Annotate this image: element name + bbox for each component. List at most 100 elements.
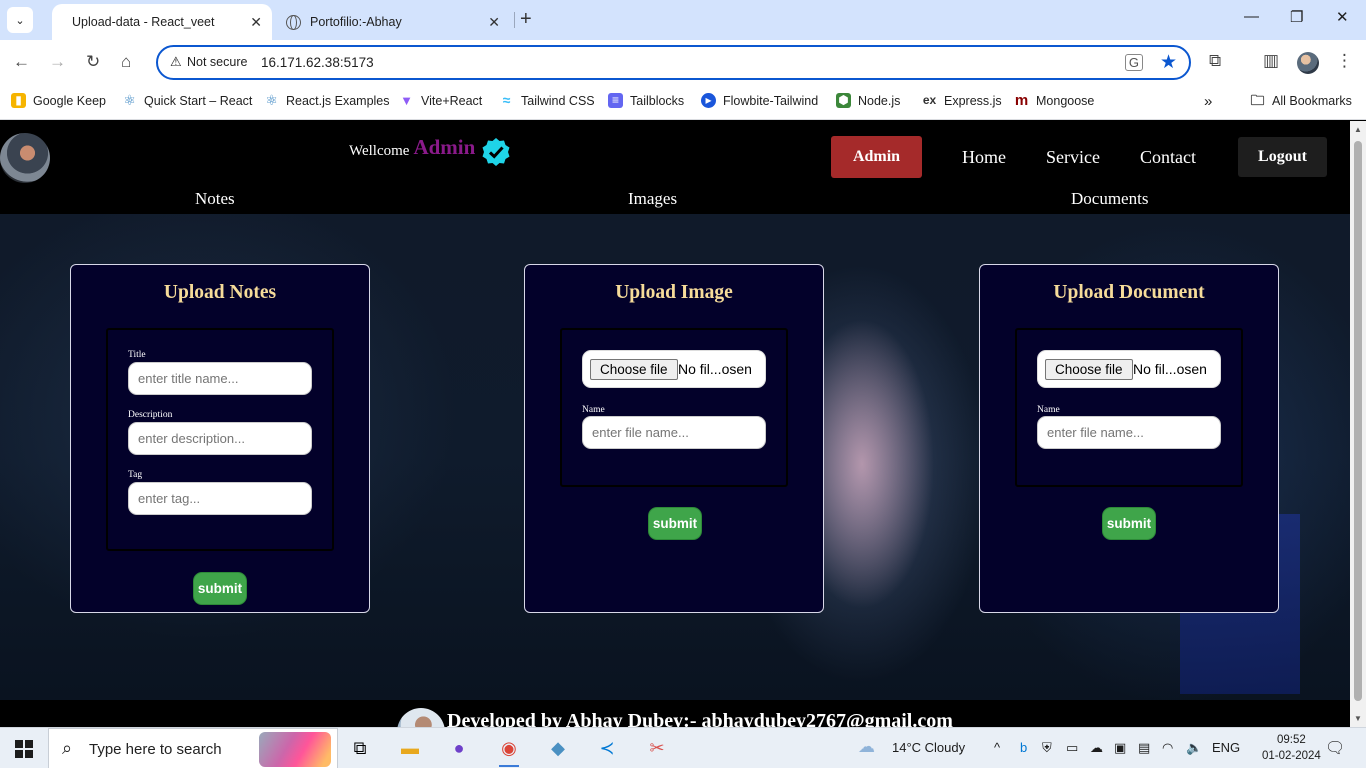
bookmark-mongoose[interactable]: m Mongoose bbox=[1014, 92, 1095, 109]
window-close-icon[interactable]: ✕ bbox=[1336, 8, 1349, 26]
home-icon[interactable]: ⌂ bbox=[121, 52, 131, 72]
notification-icon[interactable]: 🗨 bbox=[1325, 738, 1345, 758]
bookmark-tailblocks[interactable]: ≡ Tailblocks bbox=[608, 93, 684, 108]
bookmark-reactjs-examples[interactable]: ⚛ React.js Examples bbox=[264, 92, 389, 108]
page-scrollbar[interactable]: ▲ ▼ bbox=[1350, 121, 1366, 727]
subnav-notes-link[interactable]: Notes bbox=[195, 189, 235, 209]
document-name-input[interactable] bbox=[1037, 416, 1221, 449]
bookmark-flowbite-tailwind[interactable]: ▸ Flowbite-Tailwind bbox=[701, 93, 818, 108]
more-bookmarks-chevron-icon[interactable]: » bbox=[1204, 93, 1212, 110]
nav-home-link[interactable]: Home bbox=[962, 147, 1006, 168]
search-placeholder: Type here to search bbox=[89, 741, 222, 758]
security-shield-icon[interactable]: ⛨ bbox=[1042, 740, 1052, 756]
mongoose-icon: m bbox=[1014, 92, 1029, 109]
file-explorer-icon[interactable]: ▬ bbox=[396, 734, 424, 762]
tab-search-button[interactable]: ⌄ bbox=[7, 7, 33, 33]
profile-avatar[interactable] bbox=[1297, 52, 1319, 74]
tab-portfolio[interactable]: Portofilio:-Abhay ✕ bbox=[276, 4, 510, 40]
file-status-text: No fil...osen bbox=[1133, 361, 1207, 377]
chrome-icon[interactable]: ◉ bbox=[495, 734, 523, 767]
weather-cloud-icon[interactable]: ☁ bbox=[858, 737, 875, 757]
image-submit-button[interactable]: submit bbox=[648, 507, 702, 540]
document-file-input[interactable]: Choose file No fil...osen bbox=[1037, 350, 1221, 388]
system-clock[interactable]: 09:52 01-02-2024 bbox=[1262, 732, 1321, 764]
tag-input[interactable] bbox=[128, 482, 312, 515]
show-hidden-icons-chevron-icon[interactable]: ^ bbox=[994, 740, 1000, 755]
restore-icon[interactable]: ❐ bbox=[1290, 8, 1303, 26]
name-label: Name bbox=[1037, 405, 1060, 415]
logout-button[interactable]: Logout bbox=[1238, 137, 1327, 177]
vscode-icon[interactable]: ≺ bbox=[593, 734, 621, 762]
onedrive-cloud-icon[interactable]: ☁ bbox=[1090, 740, 1103, 756]
admin-button[interactable]: Admin bbox=[831, 136, 922, 178]
tab-close-icon[interactable]: ✕ bbox=[250, 14, 262, 31]
app-icon[interactable]: ◆ bbox=[544, 734, 572, 762]
bookmark-expressjs[interactable]: ex Express.js bbox=[922, 93, 1002, 108]
react-icon: ⚛ bbox=[123, 92, 136, 108]
upload-notes-card: Upload Notes Title Description Tag submi… bbox=[70, 264, 370, 613]
card-title: Upload Document bbox=[1053, 282, 1205, 303]
document-submit-button[interactable]: submit bbox=[1102, 507, 1156, 540]
bookmark-vite-react[interactable]: ▼ Vite+React bbox=[399, 93, 482, 108]
volume-icon[interactable]: 🔈 bbox=[1186, 740, 1202, 756]
nodejs-icon: ⬢ bbox=[836, 93, 851, 108]
developer-credit: Developed by Abhay Dubey:- abhaydubey276… bbox=[447, 710, 953, 727]
welcome-message: Wellcome Admin bbox=[349, 135, 475, 160]
address-bar[interactable]: ⚠ Not secure 16.171.62.38:5173 G ★ bbox=[156, 45, 1191, 80]
wifi-icon[interactable]: ◠ bbox=[1162, 740, 1173, 756]
title-input[interactable] bbox=[128, 362, 312, 395]
new-tab-plus-icon[interactable]: + bbox=[520, 8, 532, 31]
reload-icon[interactable]: ↻ bbox=[86, 52, 100, 72]
device-icon[interactable]: ▣ bbox=[1114, 740, 1126, 756]
nav-service-link[interactable]: Service bbox=[1046, 147, 1100, 168]
warning-triangle-icon[interactable]: ⚠ bbox=[170, 54, 182, 70]
browser-tab-strip: ⌄ Upload-data - React_veet ✕ Portofilio:… bbox=[0, 0, 1366, 40]
chrome-menu-icon[interactable]: ⋮ bbox=[1336, 51, 1353, 71]
windows-start-icon[interactable] bbox=[15, 740, 33, 758]
subnav-images-link[interactable]: Images bbox=[628, 189, 677, 209]
all-bookmarks-folder[interactable]: 🗀 All Bookmarks bbox=[1250, 93, 1352, 108]
user-avatar[interactable] bbox=[0, 133, 50, 183]
image-file-input[interactable]: Choose file No fil...osen bbox=[582, 350, 766, 388]
battery-icon[interactable]: ▭ bbox=[1066, 740, 1078, 756]
tab-close-icon[interactable]: ✕ bbox=[488, 14, 500, 31]
bing-icon[interactable]: b bbox=[1020, 740, 1027, 755]
taskbar-search-box[interactable]: ⌕ Type here to search bbox=[48, 728, 338, 768]
description-input[interactable] bbox=[128, 422, 312, 455]
scrollbar-thumb[interactable] bbox=[1354, 141, 1362, 701]
tab-upload-data[interactable]: Upload-data - React_veet ✕ bbox=[52, 4, 272, 40]
language-indicator[interactable]: ENG bbox=[1212, 740, 1240, 755]
snipping-tool-icon[interactable]: ✂ bbox=[643, 734, 671, 762]
subnav-documents-link[interactable]: Documents bbox=[1071, 189, 1148, 209]
translate-icon[interactable]: G bbox=[1124, 54, 1143, 71]
choose-file-button[interactable]: Choose file bbox=[1045, 359, 1133, 380]
react-icon: ⚛ bbox=[265, 92, 278, 108]
notes-submit-button[interactable]: submit bbox=[193, 572, 247, 605]
bookmark-google-keep[interactable]: ▮ Google Keep bbox=[11, 93, 106, 108]
card-title: Upload Image bbox=[615, 282, 733, 303]
bookmark-star-icon[interactable]: ★ bbox=[1160, 51, 1177, 74]
bookmark-label: Flowbite-Tailwind bbox=[723, 93, 819, 108]
side-panel-icon[interactable]: ▥ bbox=[1263, 51, 1279, 71]
github-desktop-icon[interactable]: ● bbox=[445, 734, 473, 762]
scroll-down-arrow-icon[interactable]: ▼ bbox=[1354, 714, 1362, 723]
name-label: Name bbox=[582, 405, 605, 415]
back-arrow-icon[interactable]: ← bbox=[13, 52, 30, 72]
image-name-input[interactable] bbox=[582, 416, 766, 449]
task-view-icon[interactable]: ⧉ bbox=[346, 734, 374, 762]
meet-now-icon[interactable]: ▤ bbox=[1138, 740, 1150, 756]
security-label[interactable]: Not secure bbox=[187, 55, 247, 69]
search-highlight-image bbox=[259, 732, 331, 767]
extensions-puzzle-icon[interactable]: ⧉ bbox=[1209, 51, 1221, 71]
nav-contact-link[interactable]: Contact bbox=[1140, 147, 1196, 168]
bookmark-nodejs[interactable]: ⬢ Node.js bbox=[836, 93, 900, 108]
weather-text[interactable]: 14°C Cloudy bbox=[892, 740, 965, 755]
forward-arrow-icon[interactable]: → bbox=[49, 52, 66, 72]
tab-separator bbox=[514, 12, 515, 28]
scroll-up-arrow-icon[interactable]: ▲ bbox=[1354, 125, 1362, 134]
choose-file-button[interactable]: Choose file bbox=[590, 359, 678, 380]
bookmark-tailwind-css[interactable]: ≈ Tailwind CSS bbox=[499, 93, 595, 108]
bookmark-quick-start-react[interactable]: ⚛ Quick Start – React bbox=[122, 93, 252, 108]
url-text[interactable]: 16.171.62.38:5173 bbox=[261, 55, 374, 70]
minimize-icon[interactable]: — bbox=[1244, 8, 1259, 25]
